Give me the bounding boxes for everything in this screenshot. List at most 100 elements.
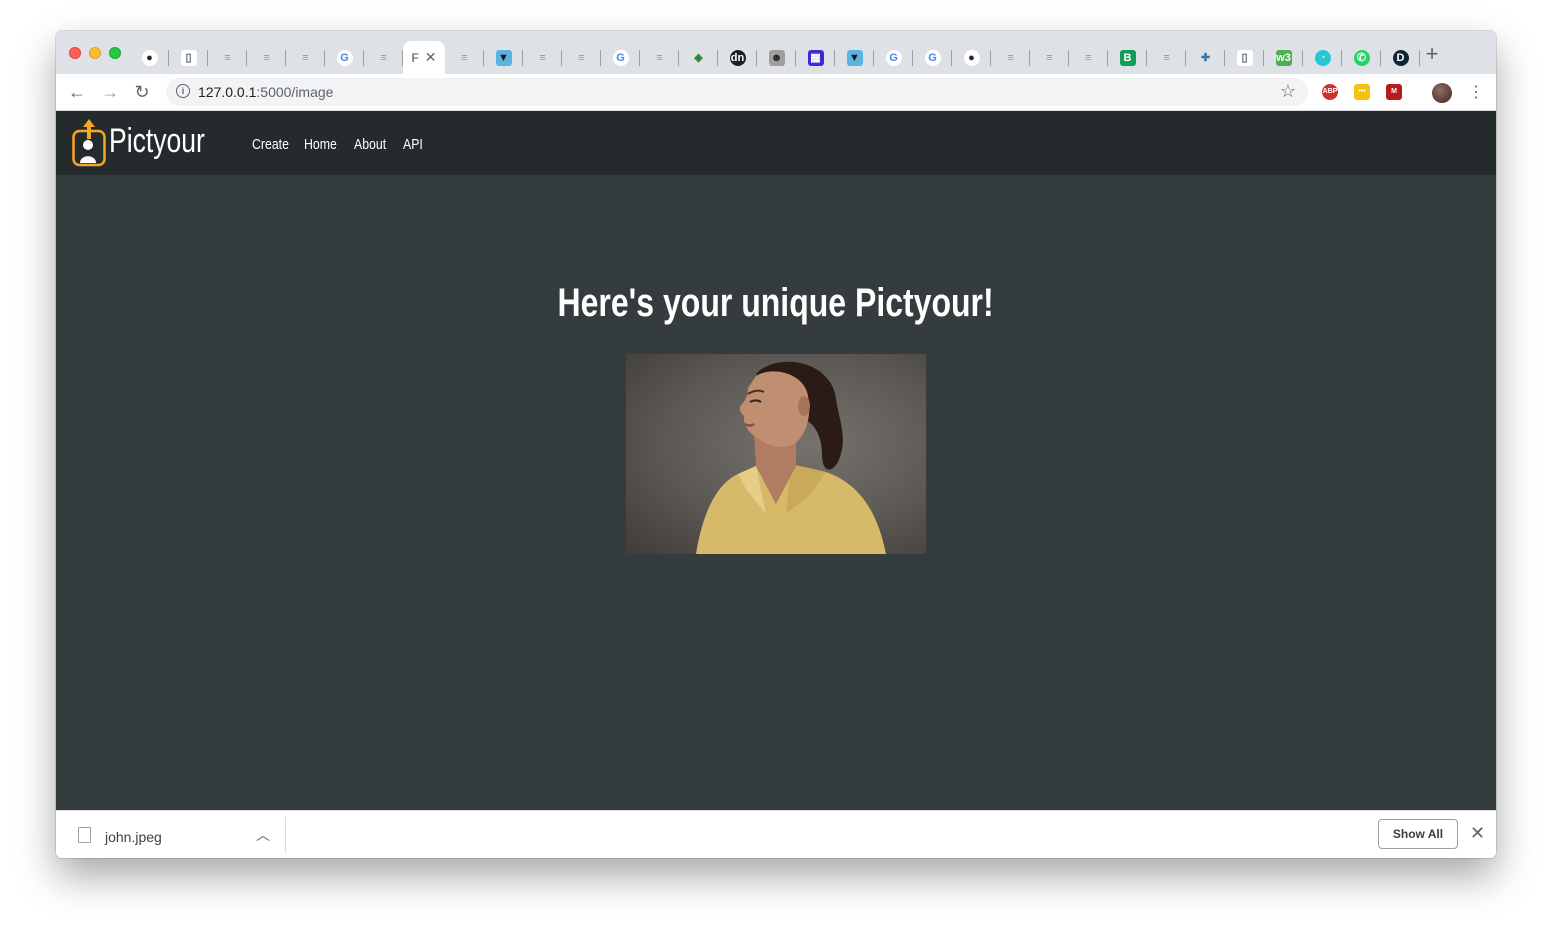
url-path: :5000/image <box>256 84 334 100</box>
stackoverflow-icon: ≡ <box>263 51 270 64</box>
url-text: 127.0.0.1:5000/image <box>198 84 333 100</box>
portrait-icon: ☻ <box>768 49 785 66</box>
close-icon[interactable]: ✕ <box>1470 823 1485 844</box>
tab-strip: ● ▯ ≡ ≡ ≡ G ≡ F ✕ ≡ ▼ ≡ ≡ G ≡ ◈ dn ☻ ▦ ▼ G G ● ≡ ≡ ≡ B ≡ ✚ ▯ w3 ◔ ✆ D + <box>56 31 1496 74</box>
forward-button[interactable]: → <box>99 81 121 103</box>
browser-tab[interactable]: ◔ <box>1303 41 1342 74</box>
browser-toolbar: ← → ↻ i 127.0.0.1:5000/image ☆ ABP ••• M ⋮ <box>56 74 1496 111</box>
browser-window: ● ▯ ≡ ≡ ≡ G ≡ F ✕ ≡ ▼ ≡ ≡ G ≡ ◈ dn ☻ ▦ ▼ G G ● ≡ ≡ ≡ B ≡ ✚ ▯ w3 ◔ ✆ D + ←… <box>56 31 1496 858</box>
tab-title: F <box>411 50 419 65</box>
tab-close-icon[interactable]: ✕ <box>425 49 437 66</box>
stackoverflow-icon: ≡ <box>656 51 663 64</box>
browser-tab[interactable]: dn <box>718 41 757 74</box>
browser-tab[interactable]: w3 <box>1264 41 1303 74</box>
browser-tab[interactable]: G <box>325 41 364 74</box>
close-window-button[interactable] <box>69 47 81 59</box>
stackoverflow-icon: ≡ <box>1085 51 1092 64</box>
stackoverflow-icon: ≡ <box>461 51 468 64</box>
page-content: Pictyour Create Home About API Here's yo… <box>56 111 1496 810</box>
browser-tab[interactable]: ✚ <box>1186 41 1225 74</box>
stackoverflow-icon: ≡ <box>1046 51 1053 64</box>
browser-tab[interactable]: ● <box>130 41 169 74</box>
diamond-icon: ◈ <box>694 51 703 64</box>
browser-tab[interactable]: ≡ <box>364 41 403 74</box>
browser-tab[interactable]: ▼ <box>835 41 874 74</box>
stackoverflow-icon: ≡ <box>578 51 585 64</box>
browser-tab[interactable]: ≡ <box>208 41 247 74</box>
reload-button[interactable]: ↻ <box>131 81 153 103</box>
download-bar: john.jpeg ︿ Show All ✕ <box>56 810 1496 858</box>
browser-tab[interactable]: ≡ <box>1069 41 1108 74</box>
whatsapp-icon: ✆ <box>1353 49 1370 66</box>
stackoverflow-icon: ≡ <box>539 51 546 64</box>
browser-tab[interactable]: ≡ <box>640 41 679 74</box>
browser-tab[interactable]: ≡ <box>523 41 562 74</box>
site-navbar: Pictyour Create Home About API <box>56 111 1496 175</box>
browser-tab[interactable]: ≡ <box>991 41 1030 74</box>
google-icon: G <box>924 49 941 66</box>
browser-tab[interactable]: D <box>1381 41 1420 74</box>
browser-tab[interactable]: ▦ <box>796 41 835 74</box>
browser-tab[interactable]: G <box>601 41 640 74</box>
nav-home[interactable]: Home <box>304 136 337 153</box>
browser-tab[interactable]: ▼ <box>484 41 523 74</box>
browser-tab[interactable]: F ✕ <box>403 41 445 74</box>
stackoverflow-icon: ≡ <box>224 51 231 64</box>
divider <box>285 817 286 853</box>
browser-tab[interactable]: G <box>874 41 913 74</box>
yellow-extension-icon[interactable]: ••• <box>1354 84 1370 100</box>
browser-tab[interactable]: ≡ <box>562 41 601 74</box>
document-icon: ▯ <box>180 49 197 66</box>
browser-tab[interactable]: ≡ <box>1030 41 1069 74</box>
download-filename[interactable]: john.jpeg <box>105 829 162 845</box>
page-title: Here's your unique Pictyour! <box>56 281 1496 326</box>
browser-tab[interactable]: ≡ <box>445 41 484 74</box>
brand-name[interactable]: Pictyour <box>109 122 205 161</box>
menu-kebab-icon[interactable]: ⋮ <box>1468 82 1484 102</box>
adblock-icon[interactable]: ABP <box>1322 84 1338 100</box>
stackoverflow-icon: ≡ <box>302 51 309 64</box>
back-button[interactable]: ← <box>66 81 88 103</box>
nav-create[interactable]: Create <box>252 136 289 153</box>
minimize-window-button[interactable] <box>89 47 101 59</box>
browser-tab[interactable]: ≡ <box>1147 41 1186 74</box>
profile-avatar[interactable] <box>1432 83 1452 103</box>
red-extension-icon[interactable]: M <box>1386 84 1402 100</box>
nav-about[interactable]: About <box>354 136 386 153</box>
google-icon: G <box>885 49 902 66</box>
bookmark-star-icon[interactable]: ☆ <box>1280 81 1296 102</box>
pictyour-logo-icon[interactable] <box>72 119 106 167</box>
address-bar[interactable]: i 127.0.0.1:5000/image ☆ <box>166 78 1308 106</box>
nav-api[interactable]: API <box>403 136 423 153</box>
browser-tab[interactable]: ● <box>952 41 991 74</box>
w3-icon: w3 <box>1275 49 1292 66</box>
bird-icon: ▼ <box>495 49 512 66</box>
github-icon: ● <box>963 49 980 66</box>
browser-tab[interactable]: ✆ <box>1342 41 1381 74</box>
d-icon: D <box>1392 49 1409 66</box>
document-icon: ▯ <box>1236 49 1253 66</box>
browser-tab[interactable]: ≡ <box>286 41 325 74</box>
show-all-button[interactable]: Show All <box>1378 819 1458 849</box>
maximize-window-button[interactable] <box>109 47 121 59</box>
stackoverflow-icon: ≡ <box>1007 51 1014 64</box>
browser-tab[interactable]: ☻ <box>757 41 796 74</box>
python-icon: ✚ <box>1200 51 1211 64</box>
browser-tab[interactable]: ▯ <box>1225 41 1264 74</box>
portrait-illustration <box>696 361 886 554</box>
circle-color-icon: ◔ <box>1314 49 1331 66</box>
browser-tab[interactable]: ≡ <box>247 41 286 74</box>
browser-tab[interactable]: B <box>1108 41 1147 74</box>
browser-tab[interactable]: ◈ <box>679 41 718 74</box>
chevron-up-icon[interactable]: ︿ <box>256 825 270 845</box>
generated-portrait-image <box>626 354 926 554</box>
stackoverflow-icon: ≡ <box>1163 51 1170 64</box>
bird-icon: ▼ <box>846 49 863 66</box>
new-tab-button[interactable]: + <box>1422 43 1442 65</box>
page-title-text: Here's your unique Pictyour! <box>557 281 995 325</box>
browser-tab[interactable]: G <box>913 41 952 74</box>
file-icon <box>78 827 91 843</box>
info-icon[interactable]: i <box>176 84 190 98</box>
browser-tab[interactable]: ▯ <box>169 41 208 74</box>
tab-separator <box>1419 50 1420 66</box>
